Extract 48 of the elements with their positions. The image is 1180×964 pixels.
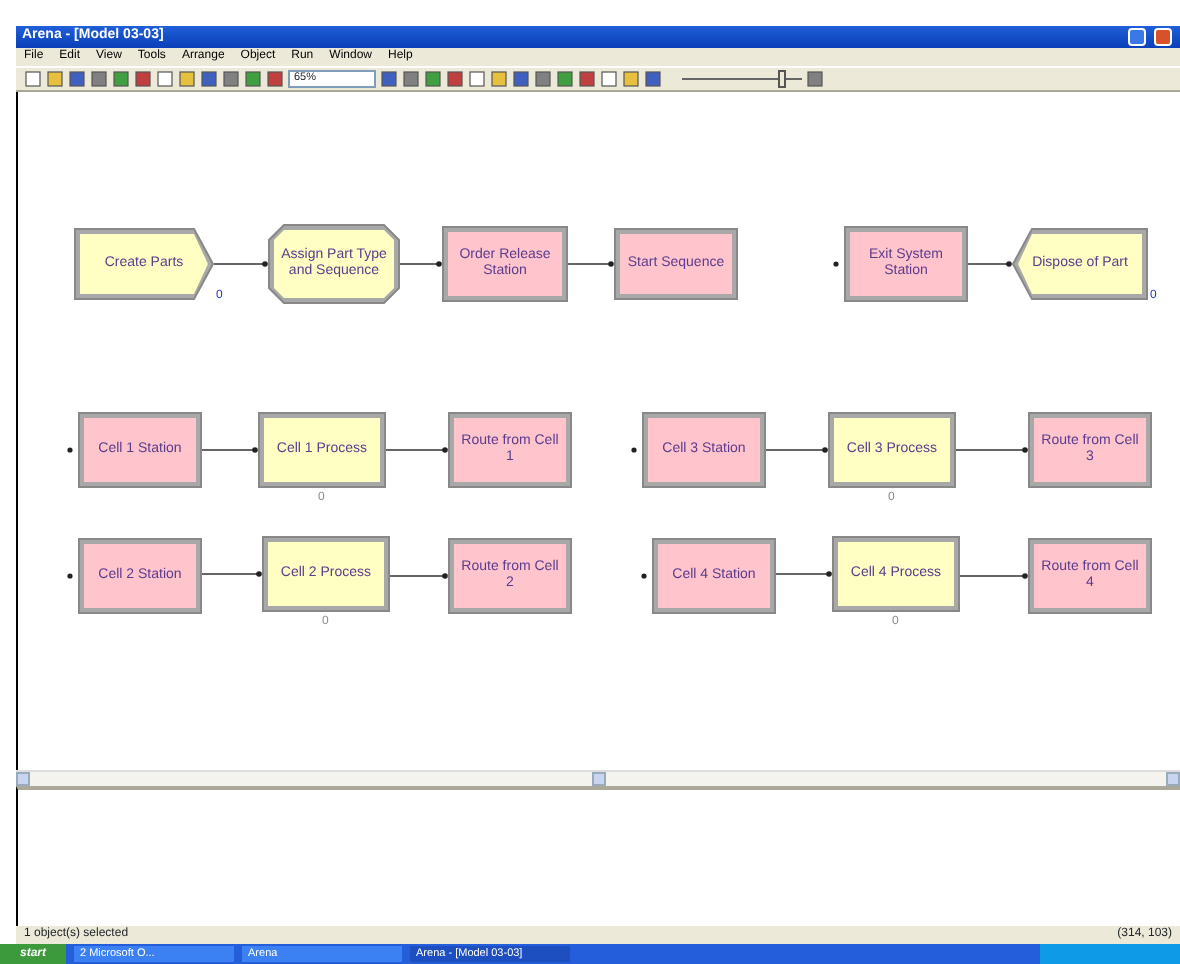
- connector: [955, 447, 1028, 453]
- toolbar-button[interactable]: [468, 70, 486, 88]
- speed-slider[interactable]: [682, 70, 802, 88]
- toolbar-button[interactable]: [156, 70, 174, 88]
- toolbar-button[interactable]: [490, 70, 508, 88]
- connector: [765, 447, 828, 453]
- toolbar-button[interactable]: [424, 70, 442, 88]
- connector: [967, 261, 1012, 267]
- toolbar-button[interactable]: [90, 70, 108, 88]
- entry-point[interactable]: [67, 447, 73, 453]
- toolbar-button[interactable]: [402, 70, 420, 88]
- toolbar-button[interactable]: [244, 70, 262, 88]
- toolbar-button[interactable]: [534, 70, 552, 88]
- entry-point[interactable]: [631, 447, 637, 453]
- toolbar-button[interactable]: [806, 70, 824, 88]
- connector: [567, 261, 614, 267]
- entry-point[interactable]: [641, 573, 647, 579]
- toolbar-button[interactable]: [380, 70, 398, 88]
- toolbar-button[interactable]: [266, 70, 284, 88]
- toolbar-button[interactable]: [512, 70, 530, 88]
- toolbar-button[interactable]: [446, 70, 464, 88]
- connector: [399, 261, 442, 267]
- toolbar-button[interactable]: [24, 70, 42, 88]
- minimize-button[interactable]: [1128, 28, 1146, 46]
- close-button[interactable]: [1154, 28, 1172, 46]
- connector: [201, 571, 262, 577]
- toolbar-button[interactable]: [578, 70, 596, 88]
- connector: [213, 261, 268, 267]
- toolbar-button[interactable]: [134, 70, 152, 88]
- toolbar-button[interactable]: [46, 70, 64, 88]
- toolbar-button[interactable]: [622, 70, 640, 88]
- toolbar-button[interactable]: [200, 70, 218, 88]
- toolbar-button[interactable]: [68, 70, 86, 88]
- connector: [389, 573, 448, 579]
- toolbar-button[interactable]: [600, 70, 618, 88]
- connector: [201, 447, 258, 453]
- connector: [775, 571, 832, 577]
- connector: [385, 447, 448, 453]
- toolbar-button[interactable]: [112, 70, 130, 88]
- toolbar-button[interactable]: [178, 70, 196, 88]
- toolbar-button[interactable]: [222, 70, 240, 88]
- system-tray: [1040, 944, 1180, 964]
- entry-point[interactable]: [67, 573, 73, 579]
- toolbar-button[interactable]: [644, 70, 662, 88]
- horizontal-scrollbar[interactable]: [16, 770, 1180, 786]
- toolbar-button[interactable]: [556, 70, 574, 88]
- entry-point[interactable]: [833, 261, 839, 267]
- connector: [959, 573, 1028, 579]
